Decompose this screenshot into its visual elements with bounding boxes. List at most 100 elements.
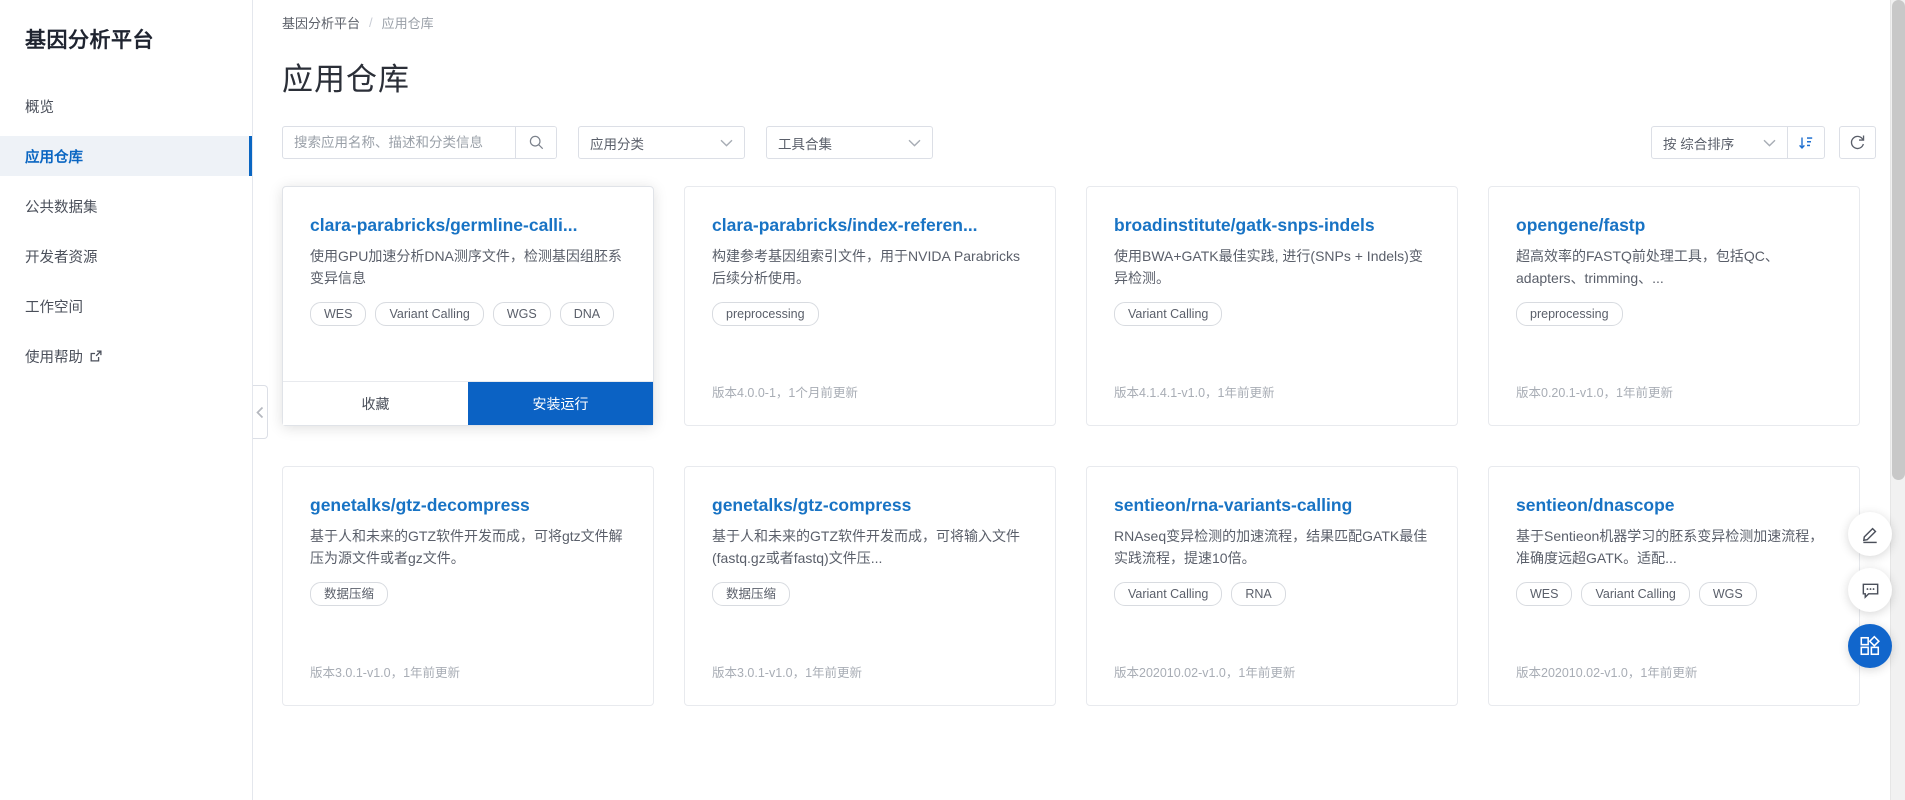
app-card[interactable]: genetalks/gtz-decompress基于人和未来的GTZ软件开发而成… bbox=[282, 466, 654, 706]
app-card[interactable]: genetalks/gtz-compress 基于人和未来的GTZ软件开发而成，可… bbox=[684, 466, 1056, 706]
app-brand-title: 基因分析平台 bbox=[0, 14, 252, 64]
app-card-tag[interactable]: Variant Calling bbox=[375, 302, 483, 326]
app-card-description: 基于人和未来的GTZ软件开发而成，可将输入文件(fastq.gz或者fastq)… bbox=[712, 526, 1028, 570]
refresh-button[interactable] bbox=[1839, 126, 1876, 159]
search-button[interactable] bbox=[515, 127, 556, 158]
app-card-title[interactable]: sentieon/dnascope bbox=[1516, 495, 1832, 516]
app-card-description: 基于Sentieon机器学习的胚系变异检测加速流程，准确度远超GATK。适配..… bbox=[1516, 526, 1832, 570]
filter-toolbar: 应用分类 工具合集 按 综合排序 bbox=[253, 99, 1905, 159]
fab-edit-button[interactable] bbox=[1848, 512, 1892, 556]
fab-apps-button[interactable] bbox=[1848, 624, 1892, 668]
sort-direction-button[interactable] bbox=[1787, 127, 1824, 158]
collection-select[interactable]: 工具合集 bbox=[766, 126, 933, 159]
app-card-tag[interactable]: Variant Calling bbox=[1114, 582, 1222, 606]
app-card-tags: WES Variant Calling WGS bbox=[1516, 582, 1832, 606]
floating-action-buttons bbox=[1848, 512, 1892, 668]
sidebar-item-5[interactable]: 使用帮助 bbox=[0, 336, 252, 376]
sidebar-item-label: 工作空间 bbox=[25, 296, 83, 317]
sort-descending-icon bbox=[1798, 135, 1814, 151]
sidebar-item-label: 公共数据集 bbox=[25, 196, 98, 217]
apps-icon bbox=[1859, 635, 1881, 657]
app-card[interactable]: broadinstitute/gatk-snps-indels使用BWA+GAT… bbox=[1086, 186, 1458, 426]
page-scrollbar[interactable] bbox=[1890, 0, 1905, 800]
sidebar: 基因分析平台 概览应用仓库公共数据集开发者资源工作空间使用帮助 bbox=[0, 0, 253, 800]
app-card-title[interactable]: clara-parabricks/index-referen... bbox=[712, 215, 1028, 236]
app-card-tag[interactable]: Variant Calling bbox=[1581, 582, 1689, 606]
app-card-title[interactable]: genetalks/gtz-decompress bbox=[310, 495, 626, 516]
refresh-icon bbox=[1849, 134, 1866, 151]
app-card[interactable]: clara-parabricks/index-referen... 构建参考基因组… bbox=[684, 186, 1056, 426]
app-card-description: 超高效率的FASTQ前处理工具，包括QC、adapters、trimming、.… bbox=[1516, 246, 1832, 290]
chevron-down-icon bbox=[720, 139, 733, 147]
sidebar-item-label: 使用帮助 bbox=[25, 346, 83, 367]
app-card-meta: 版本3.0.1-v1.0，1年前更新 bbox=[712, 662, 1028, 705]
sidebar-item-3[interactable]: 开发者资源 bbox=[0, 236, 252, 276]
app-card-tag[interactable]: preprocessing bbox=[1516, 302, 1623, 326]
app-card-tags: preprocessing bbox=[1516, 302, 1832, 326]
app-card-tag[interactable]: WGS bbox=[1699, 582, 1757, 606]
breadcrumb-root[interactable]: 基因分析平台 bbox=[282, 13, 360, 32]
sidebar-item-label: 应用仓库 bbox=[25, 146, 83, 167]
feedback-icon bbox=[1860, 580, 1881, 601]
sidebar-item-label: 概览 bbox=[25, 96, 54, 117]
app-card-description: RNAseq变异检测的加速流程，结果匹配GATK最佳实践流程，提速10倍。 bbox=[1114, 526, 1430, 570]
sidebar-nav: 概览应用仓库公共数据集开发者资源工作空间使用帮助 bbox=[0, 86, 252, 376]
app-card-title[interactable]: genetalks/gtz-compress bbox=[712, 495, 1028, 516]
app-card-tag[interactable]: 数据压缩 bbox=[712, 582, 790, 606]
app-card-tag[interactable]: DNA bbox=[560, 302, 614, 326]
app-card[interactable]: sentieon/rna-variants-calling RNAseq变异检测的… bbox=[1086, 466, 1458, 706]
app-card-body: clara-parabricks/germline-calli... 使用GPU加… bbox=[283, 187, 653, 381]
app-card-tag[interactable]: WES bbox=[1516, 582, 1572, 606]
app-card-tag[interactable]: 数据压缩 bbox=[310, 582, 388, 606]
app-card-meta: 版本202010.02-v1.0，1年前更新 bbox=[1114, 662, 1430, 705]
category-select[interactable]: 应用分类 bbox=[578, 126, 745, 159]
app-card-body: sentieon/rna-variants-calling RNAseq变异检测的… bbox=[1087, 467, 1457, 705]
sort-select-value: 按 综合排序 bbox=[1663, 133, 1734, 153]
app-card[interactable]: clara-parabricks/germline-calli... 使用GPU加… bbox=[282, 186, 654, 426]
app-card-description: 使用GPU加速分析DNA测序文件，检测基因组胚系变异信息 bbox=[310, 246, 626, 290]
app-card-meta: 版本4.0.0-1，1个月前更新 bbox=[712, 382, 1028, 425]
app-card-description: 构建参考基因组索引文件，用于NVIDA Parabricks后续分析使用。 bbox=[712, 246, 1028, 290]
app-card-body: genetalks/gtz-compress 基于人和未来的GTZ软件开发而成，可… bbox=[685, 467, 1055, 705]
collection-select-value: 工具合集 bbox=[778, 133, 832, 153]
favorite-button[interactable]: 收藏 bbox=[283, 382, 468, 425]
app-card[interactable]: sentieon/dnascope 基于Sentieon机器学习的胚系变异检测加速… bbox=[1488, 466, 1860, 706]
app-card-body: sentieon/dnascope 基于Sentieon机器学习的胚系变异检测加速… bbox=[1489, 467, 1859, 705]
app-card-title[interactable]: opengene/fastp bbox=[1516, 215, 1832, 236]
app-card-body: genetalks/gtz-decompress基于人和未来的GTZ软件开发而成… bbox=[283, 467, 653, 705]
app-card-tag[interactable]: WGS bbox=[493, 302, 551, 326]
toolbar-right-group: 按 综合排序 bbox=[1651, 126, 1876, 159]
main-content: 基因分析平台 / 应用仓库 应用仓库 应用分类 bbox=[253, 0, 1905, 800]
app-card-body: opengene/fastp 超高效率的FASTQ前处理工具，包括QC、adapt… bbox=[1489, 187, 1859, 425]
search-box bbox=[282, 126, 557, 159]
app-card-title[interactable]: sentieon/rna-variants-calling bbox=[1114, 495, 1430, 516]
breadcrumb: 基因分析平台 / 应用仓库 bbox=[253, 0, 1905, 32]
sidebar-collapse-handle[interactable] bbox=[253, 385, 268, 439]
sidebar-item-4[interactable]: 工作空间 bbox=[0, 286, 252, 326]
page-scrollbar-thumb[interactable] bbox=[1892, 0, 1905, 480]
sort-select[interactable]: 按 综合排序 bbox=[1652, 127, 1787, 158]
install-run-button[interactable]: 安装运行 bbox=[468, 382, 653, 425]
app-card-body: broadinstitute/gatk-snps-indels使用BWA+GAT… bbox=[1087, 187, 1457, 425]
app-card-title[interactable]: clara-parabricks/germline-calli... bbox=[310, 215, 626, 236]
sidebar-item-0[interactable]: 概览 bbox=[0, 86, 252, 126]
app-card-tag[interactable]: WES bbox=[310, 302, 366, 326]
app-card-tag[interactable]: RNA bbox=[1231, 582, 1285, 606]
app-card-tags: WES Variant Calling WGS DNA bbox=[310, 302, 626, 326]
chevron-down-icon bbox=[908, 139, 921, 147]
chevron-left-icon bbox=[256, 406, 264, 419]
search-input[interactable] bbox=[283, 127, 515, 158]
app-card-tags: preprocessing bbox=[712, 302, 1028, 326]
edit-icon bbox=[1860, 524, 1881, 545]
app-card-tag[interactable]: preprocessing bbox=[712, 302, 819, 326]
sidebar-item-2[interactable]: 公共数据集 bbox=[0, 186, 252, 226]
search-icon bbox=[529, 135, 544, 150]
app-card-title[interactable]: broadinstitute/gatk-snps-indels bbox=[1114, 215, 1430, 236]
page-title: 应用仓库 bbox=[253, 32, 1905, 99]
app-card-body: clara-parabricks/index-referen... 构建参考基因组… bbox=[685, 187, 1055, 425]
chevron-down-icon bbox=[1763, 139, 1776, 147]
app-card[interactable]: opengene/fastp 超高效率的FASTQ前处理工具，包括QC、adapt… bbox=[1488, 186, 1860, 426]
sidebar-item-1[interactable]: 应用仓库 bbox=[0, 136, 252, 176]
app-card-tag[interactable]: Variant Calling bbox=[1114, 302, 1222, 326]
fab-feedback-button[interactable] bbox=[1848, 568, 1892, 612]
